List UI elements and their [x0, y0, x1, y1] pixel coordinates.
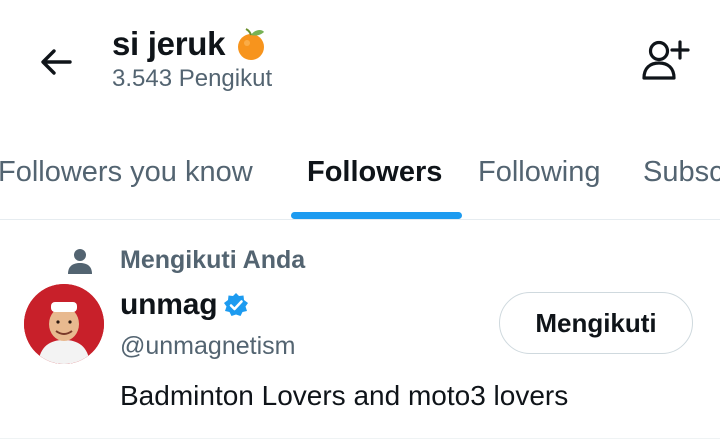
avatar[interactable] — [24, 284, 104, 364]
verified-badge-icon — [223, 291, 251, 319]
user-name-row: unmag — [120, 288, 251, 322]
arrow-left-icon — [41, 49, 72, 75]
profile-title-block: si jeruk 3.543 Pengikut — [112, 24, 272, 94]
tab-subscriptions[interactable]: Subscriptions — [643, 146, 720, 220]
following-button[interactable]: Mengikuti — [499, 292, 693, 354]
follower-count: 3.543 Pengikut — [112, 65, 273, 92]
profile-name: si jeruk — [112, 25, 226, 62]
user-display-name[interactable]: unmag — [120, 288, 218, 322]
person-icon — [66, 247, 94, 275]
tab-following[interactable]: Following — [478, 146, 601, 220]
back-button[interactable] — [34, 40, 78, 84]
list-divider — [0, 438, 720, 439]
tangerine-icon — [238, 28, 265, 60]
list-item[interactable]: Mengikuti Anda unmag @unmagnetism Badmin… — [0, 220, 720, 440]
tab-followers[interactable]: Followers — [307, 146, 442, 220]
follows-you-context: Mengikuti Anda — [66, 246, 305, 275]
user-bio: Badminton Lovers and moto3 lovers — [120, 380, 569, 411]
add-user-icon — [642, 40, 690, 80]
add-user-button[interactable] — [638, 36, 692, 84]
top-header: si jeruk 3.543 Pengikut — [0, 0, 720, 120]
active-tab-indicator — [291, 212, 462, 219]
tab-followers-you-know[interactable]: Followers you know — [0, 146, 253, 220]
follows-you-label: Mengikuti Anda — [120, 246, 306, 274]
tab-bar: Followers you know Followers Following S… — [0, 146, 720, 220]
user-handle: @unmagnetism — [120, 332, 296, 360]
page-title: si jeruk — [112, 24, 272, 64]
